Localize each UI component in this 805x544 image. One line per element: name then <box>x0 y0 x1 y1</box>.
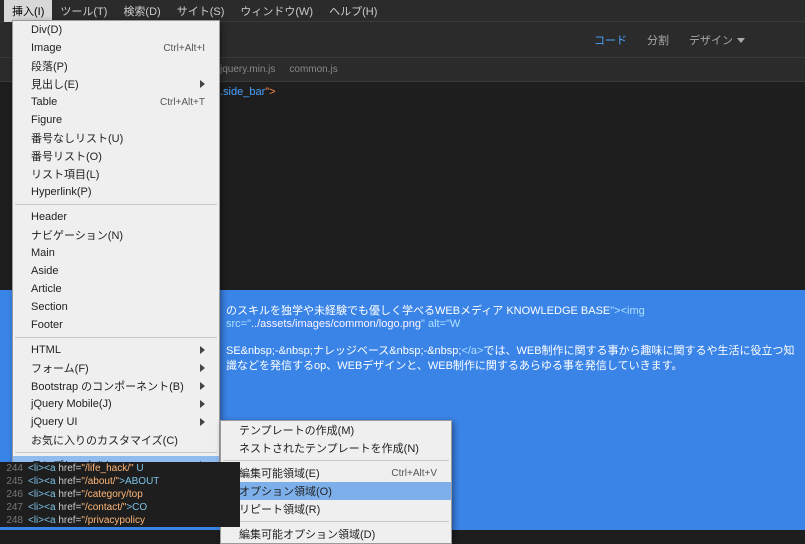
menu-item-jqm[interactable]: jQuery Mobile(J) <box>13 395 219 413</box>
menu-item-nav[interactable]: ナビゲーション(N) <box>13 226 219 244</box>
view-code-button[interactable]: コード <box>594 32 627 48</box>
menu-item-section[interactable]: Section <box>13 298 219 316</box>
code-row: 246<li><a href="/category/top <box>0 488 240 501</box>
menu-item-footer[interactable]: Footer <box>13 316 219 334</box>
menubar: 挿入(I) ツール(T) 検索(D) サイト(S) ウィンドウ(W) ヘルプ(H… <box>0 0 805 22</box>
menu-separator <box>15 452 217 453</box>
code-line-desc: SE&nbsp;-&nbsp;ナレッジベース&nbsp;-&nbsp;</a>で… <box>226 344 801 374</box>
code-row: 244<li><a href="/life_hack/" U <box>0 462 240 475</box>
template-submenu: テンプレートの作成(M) ネストされたテンプレートを作成(N) 編集可能領域(E… <box>220 420 452 544</box>
view-design-button[interactable]: デザイン <box>689 32 745 48</box>
menu-item-form[interactable]: フォーム(F) <box>13 359 219 377</box>
menu-item-heading[interactable]: 見出し(E) <box>13 75 219 93</box>
menu-item-ol[interactable]: 番号リスト(O) <box>13 147 219 165</box>
submenu-editable-region[interactable]: 編集可能領域(E)Ctrl+Alt+V <box>221 464 451 482</box>
menu-item-table[interactable]: TableCtrl+Alt+T <box>13 93 219 111</box>
menu-item-li[interactable]: リスト項目(L) <box>13 165 219 183</box>
menu-item-customize-favorites[interactable]: お気に入りのカスタマイズ(C) <box>13 431 219 449</box>
menu-item-bootstrap[interactable]: Bootstrap のコンポーネント(B) <box>13 377 219 395</box>
file-tab-common[interactable]: common.js <box>289 64 337 75</box>
menu-separator <box>223 460 449 461</box>
submenu-editable-optional-region[interactable]: 編集可能オプション領域(D) <box>221 525 451 543</box>
menu-separator <box>15 204 217 205</box>
menu-item-header[interactable]: Header <box>13 208 219 226</box>
submenu-repeat-region[interactable]: リピート領域(R) <box>221 500 451 518</box>
menu-insert[interactable]: 挿入(I) <box>4 0 52 22</box>
file-tab-jquery[interactable]: jquery.min.js <box>220 64 275 75</box>
code-line-logo: のスキルを独学や未経験でも優しく学べるWEBメディア KNOWLEDGE BAS… <box>226 302 805 330</box>
code-hint: .side_bar"> <box>220 86 276 98</box>
menu-search[interactable]: 検索(D) <box>115 0 168 22</box>
menu-item-ul[interactable]: 番号なしリスト(U) <box>13 129 219 147</box>
chevron-down-icon <box>737 38 745 43</box>
menu-tools[interactable]: ツール(T) <box>52 0 115 22</box>
menu-site[interactable]: サイト(S) <box>169 0 233 22</box>
menu-item-html[interactable]: HTML <box>13 341 219 359</box>
menu-item-main[interactable]: Main <box>13 244 219 262</box>
menu-item-div[interactable]: Div(D) <box>13 21 219 39</box>
submenu-create-nested-template[interactable]: ネストされたテンプレートを作成(N) <box>221 439 451 457</box>
menu-item-aside[interactable]: Aside <box>13 262 219 280</box>
submenu-create-template[interactable]: テンプレートの作成(M) <box>221 421 451 439</box>
code-gutter-area: 244<li><a href="/life_hack/" U 245<li><a… <box>0 462 240 527</box>
menu-separator <box>223 521 449 522</box>
menu-item-jqui[interactable]: jQuery UI <box>13 413 219 431</box>
code-row: 245<li><a href="/about/">ABOUT <box>0 475 240 488</box>
code-row: 248<li><a href="/privacypolicy <box>0 514 240 527</box>
insert-menu: Div(D) ImageCtrl+Alt+I 段落(P) 見出し(E) Tabl… <box>12 20 220 500</box>
menu-window[interactable]: ウィンドウ(W) <box>232 0 321 22</box>
menu-item-article[interactable]: Article <box>13 280 219 298</box>
menu-item-image[interactable]: ImageCtrl+Alt+I <box>13 39 219 57</box>
menu-separator <box>15 337 217 338</box>
menu-item-figure[interactable]: Figure <box>13 111 219 129</box>
submenu-optional-region[interactable]: オプション領域(O) <box>221 482 451 500</box>
view-split-button[interactable]: 分割 <box>647 32 669 48</box>
menu-help[interactable]: ヘルプ(H) <box>321 0 385 22</box>
menu-item-paragraph[interactable]: 段落(P) <box>13 57 219 75</box>
menu-item-hyperlink[interactable]: Hyperlink(P) <box>13 183 219 201</box>
code-row: 247<li><a href="/contact/">CO <box>0 501 240 514</box>
